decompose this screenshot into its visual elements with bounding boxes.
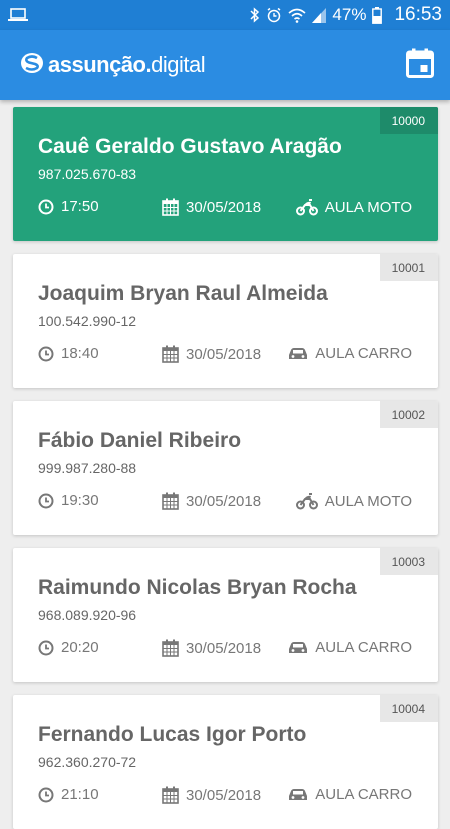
appointment-card[interactable]: 10002 Fábio Daniel Ribeiro 999.987.280-8… — [13, 401, 438, 535]
clock-icon — [38, 493, 54, 509]
status-time: 16:53 — [394, 4, 442, 25]
brand-name: assunção.digital — [48, 52, 206, 77]
lesson-type: AULA MOTO — [295, 198, 412, 216]
appointment-date: 30/05/2018 — [162, 639, 261, 657]
clock-icon — [38, 199, 54, 215]
clock-icon — [38, 787, 54, 803]
calendar-grid-icon — [162, 639, 179, 657]
appointment-time: 21:10 — [38, 786, 99, 803]
calendar-grid-icon — [162, 345, 179, 363]
battery-percentage: 47% — [332, 5, 367, 24]
lesson-type: AULA CARRO — [288, 639, 412, 656]
car-icon — [288, 641, 308, 655]
appointment-card[interactable]: 10001 Joaquim Bryan Raul Almeida 100.542… — [13, 254, 438, 388]
lesson-type: AULA CARRO — [288, 345, 412, 362]
appointment-date: 30/05/2018 — [162, 198, 261, 216]
clock-icon — [38, 346, 54, 362]
appointment-id: 10004 — [379, 695, 438, 722]
appointment-date: 30/05/2018 — [162, 345, 261, 363]
motorcycle-icon — [295, 198, 318, 216]
laptop-icon — [8, 8, 28, 22]
appointment-id: 10000 — [379, 107, 438, 134]
lesson-type: AULA MOTO — [295, 492, 412, 510]
appointment-time: 18:40 — [38, 345, 99, 362]
appointment-card[interactable]: 10003 Raimundo Nicolas Bryan Rocha 968.0… — [13, 548, 438, 682]
appointment-id: 10003 — [379, 548, 438, 575]
calendar-grid-icon — [162, 786, 179, 804]
student-cpf: 999.987.280-88 — [38, 460, 137, 476]
student-name: Joaquim Bryan Raul Almeida — [38, 282, 328, 305]
appointment-time: 19:30 — [38, 492, 99, 509]
appointment-card[interactable]: 10000 Cauê Geraldo Gustavo Aragão 987.02… — [13, 107, 438, 241]
calendar-grid-icon — [162, 198, 179, 216]
student-cpf: 100.542.990-12 — [38, 313, 137, 329]
bluetooth-icon — [250, 7, 260, 23]
signal-icon — [312, 7, 327, 23]
car-icon — [288, 347, 308, 361]
car-icon — [288, 788, 308, 802]
appointment-id: 10001 — [379, 254, 438, 281]
app-bar: assunção.digital — [0, 30, 450, 100]
student-cpf: 962.360.270-72 — [38, 754, 137, 770]
appointment-time: 17:50 — [38, 198, 99, 215]
calendar-grid-icon — [162, 492, 179, 510]
appointment-date: 30/05/2018 — [162, 492, 261, 510]
appointment-id: 10002 — [379, 401, 438, 428]
appointment-date: 30/05/2018 — [162, 786, 261, 804]
student-name: Raimundo Nicolas Bryan Rocha — [38, 576, 357, 599]
student-cpf: 968.089.920-96 — [38, 607, 137, 623]
calendar-button[interactable] — [406, 48, 434, 83]
status-bar: 47% 16:53 — [0, 0, 450, 30]
brand-mark-icon — [20, 52, 44, 79]
appointment-time: 20:20 — [38, 639, 99, 656]
brand-logo: assunção.digital — [20, 52, 206, 79]
student-name: Fábio Daniel Ribeiro — [38, 429, 242, 452]
alarm-icon — [266, 7, 282, 23]
wifi-icon — [288, 8, 306, 23]
calendar-icon — [406, 48, 434, 82]
student-cpf: 987.025.670-83 — [38, 166, 137, 182]
student-name: Cauê Geraldo Gustavo Aragão — [38, 135, 342, 158]
lesson-type: AULA CARRO — [288, 786, 412, 803]
clock-icon — [38, 640, 54, 656]
appointment-card[interactable]: 10004 Fernando Lucas Igor Porto 962.360.… — [13, 695, 438, 829]
motorcycle-icon — [295, 492, 318, 510]
battery-icon — [372, 6, 383, 24]
student-name: Fernando Lucas Igor Porto — [38, 723, 307, 746]
